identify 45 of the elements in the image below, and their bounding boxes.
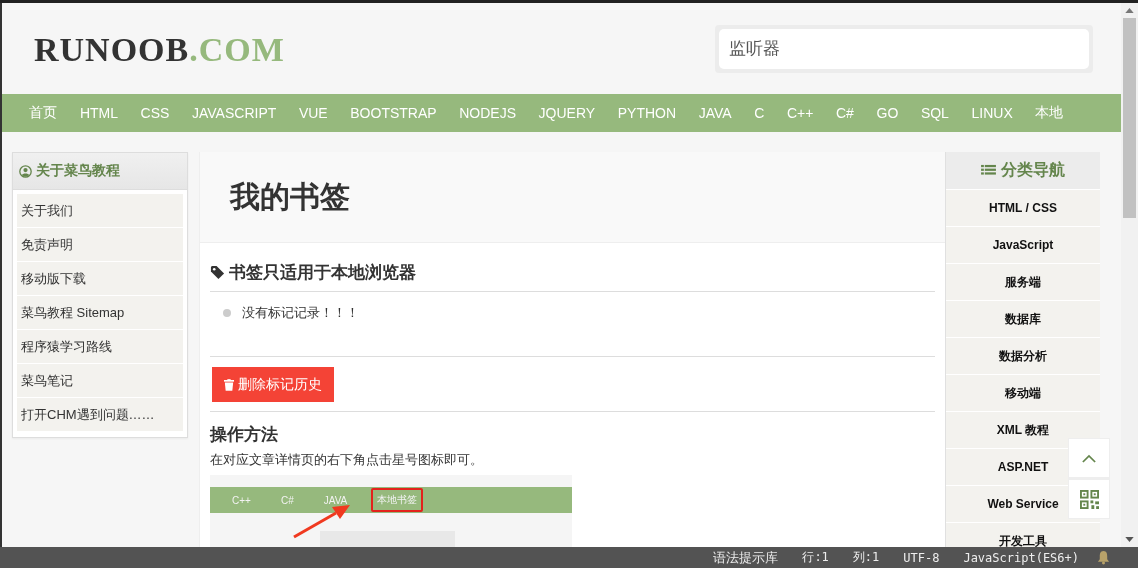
status-item: 行:1 bbox=[802, 549, 829, 566]
status-item: 语法提示库 bbox=[713, 548, 779, 567]
category-link[interactable]: 数据分析 bbox=[999, 347, 1047, 365]
tag-icon bbox=[210, 265, 225, 280]
site-logo[interactable]: RUNOOB.COM bbox=[34, 30, 285, 69]
status-item: JavaScript(ES6+) bbox=[963, 550, 1079, 565]
search-field[interactable]: 监听器 bbox=[719, 28, 1089, 69]
category-link[interactable]: Web Service bbox=[987, 497, 1059, 511]
category-link[interactable]: 数据库 bbox=[1005, 310, 1041, 328]
bell-icon[interactable] bbox=[1097, 550, 1110, 565]
category-link[interactable]: 开发工具 bbox=[999, 532, 1047, 547]
category-link[interactable]: XML 教程 bbox=[996, 421, 1050, 439]
chevron-up-icon bbox=[1082, 453, 1096, 463]
page-title: 我的书签 bbox=[230, 177, 350, 216]
trash-icon bbox=[224, 378, 234, 391]
section-heading: 操作方法 bbox=[210, 423, 279, 446]
category-link[interactable]: 服务端 bbox=[1005, 273, 1041, 291]
scroll-up-icon[interactable] bbox=[1125, 8, 1134, 13]
scroll-down-icon[interactable] bbox=[1125, 537, 1134, 542]
clear-history-button[interactable]: 删除标记历史 bbox=[212, 367, 334, 402]
status-item: UTF-8 bbox=[903, 550, 940, 565]
sidebar-link[interactable]: 打开CHM遇到问题…… bbox=[17, 398, 183, 432]
sidebar-link[interactable]: 关于我们 bbox=[17, 194, 183, 228]
category-link[interactable]: ASP.NET bbox=[997, 460, 1049, 474]
sidebar-link[interactable]: 移动版下载 bbox=[17, 262, 183, 296]
bookmark-item: 没有标记记录！！！ bbox=[242, 304, 359, 322]
bullet-icon bbox=[223, 309, 231, 317]
category-link[interactable]: JavaScript bbox=[992, 238, 1054, 252]
category-link[interactable]: 移动端 bbox=[1005, 384, 1041, 402]
category-link[interactable]: HTML / CSS bbox=[989, 201, 1057, 215]
qr-code-button[interactable] bbox=[1068, 479, 1110, 519]
sidebar-link[interactable]: 菜鸟笔记 bbox=[17, 364, 183, 398]
sidebar-link[interactable]: 程序猿学习路线 bbox=[17, 330, 183, 364]
scrollbar[interactable] bbox=[1121, 3, 1138, 547]
sidebar-link[interactable]: 免责声明 bbox=[17, 228, 183, 262]
sidebar-header: 关于菜鸟教程 bbox=[13, 153, 187, 190]
sidebar-link[interactable]: 菜鸟教程 Sitemap bbox=[17, 296, 183, 330]
instruction-text: 在对应文章详情页的右下角点击星号图标即可。 bbox=[210, 452, 484, 469]
qr-code-icon bbox=[1079, 489, 1099, 509]
user-icon bbox=[19, 164, 32, 178]
category-header: 分类导航 bbox=[946, 152, 1100, 190]
section-heading: 书签只适用于本地浏览器 bbox=[229, 261, 416, 284]
status-item: 列:1 bbox=[852, 549, 880, 566]
arrow-icon bbox=[292, 503, 352, 539]
list-icon bbox=[981, 164, 996, 177]
